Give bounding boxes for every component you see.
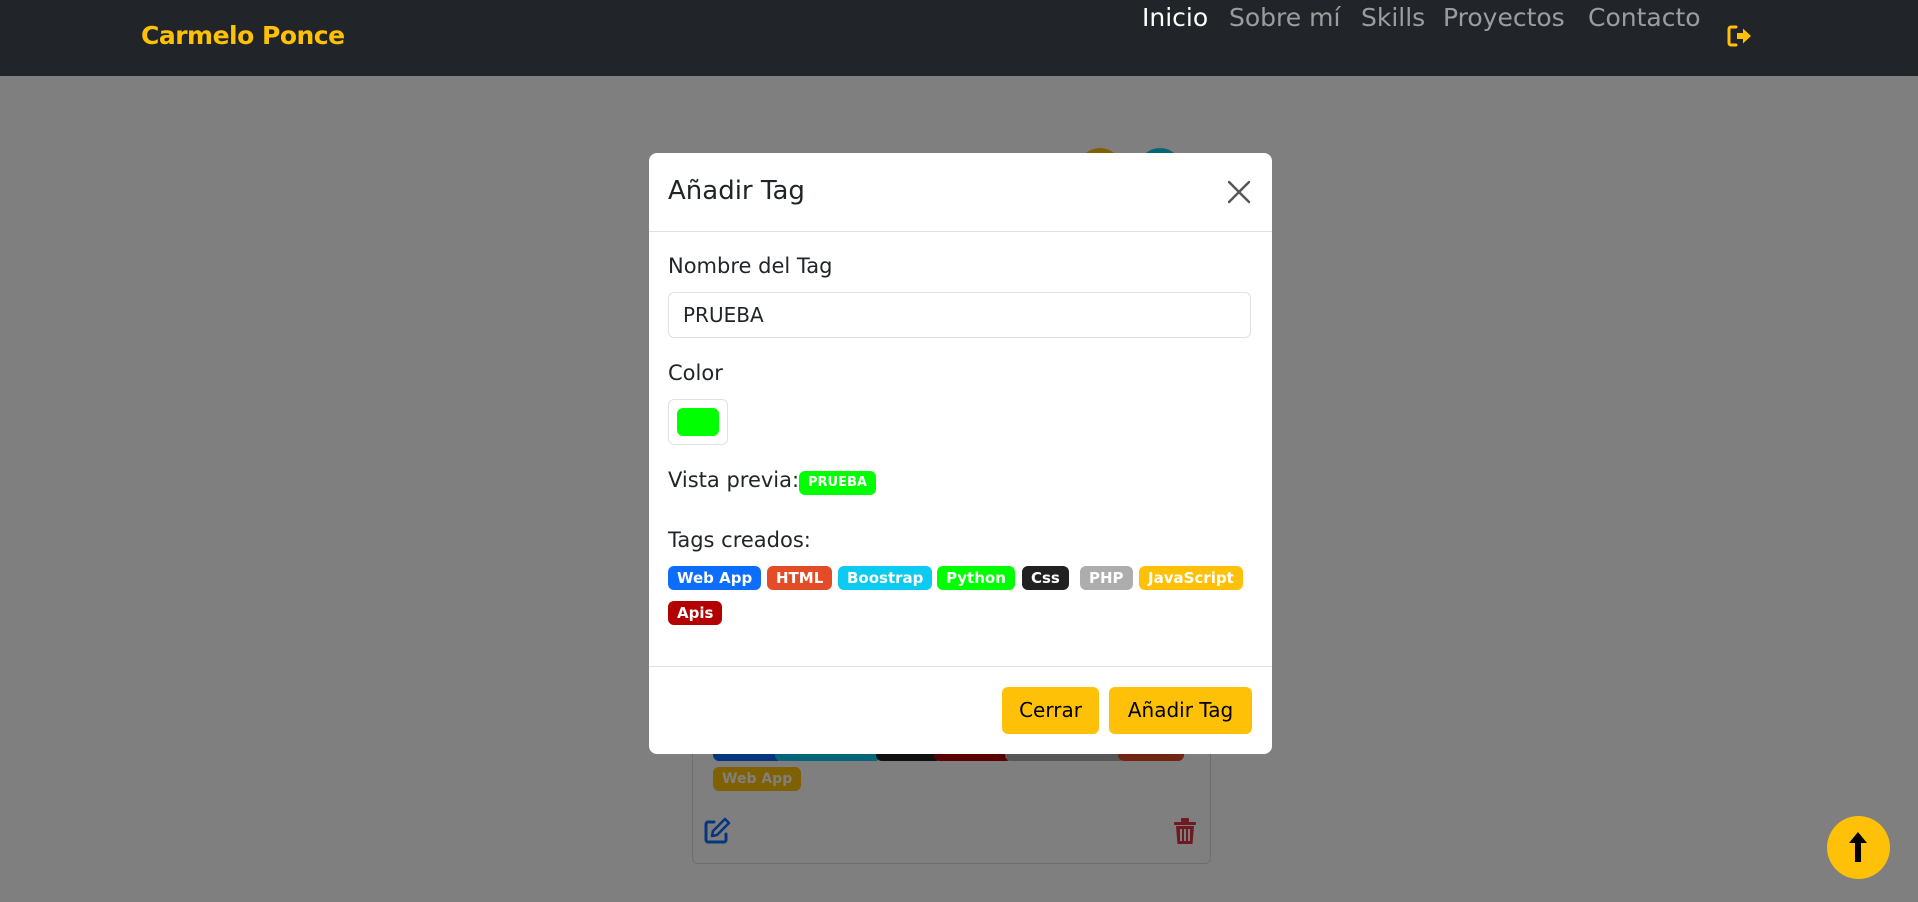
close-icon[interactable] <box>1224 177 1254 207</box>
created-tag: Apis <box>668 601 723 625</box>
add-tag-modal: Añadir Tag Nombre del Tag Color Vista pr… <box>649 153 1272 754</box>
preview-label: Vista previa: <box>668 468 800 492</box>
created-tag: Python <box>937 566 1015 590</box>
color-picker-input[interactable] <box>668 399 728 445</box>
preview-tag-badge: PRUEBA <box>799 471 876 495</box>
add-tag-button[interactable]: Añadir Tag <box>1109 687 1252 734</box>
created-tag: Boostrap <box>838 566 933 590</box>
created-tags-label: Tags creados: <box>668 528 811 552</box>
close-button[interactable]: Cerrar <box>1002 687 1099 734</box>
nav-link-contacto[interactable]: Contacto <box>1588 0 1701 36</box>
navbar: Carmelo Ponce Inicio Sobre mí Skills Pro… <box>0 0 1918 76</box>
nav-link-skills[interactable]: Skills <box>1361 0 1425 36</box>
created-tag: JavaScript <box>1139 566 1243 590</box>
brand-logo[interactable]: Carmelo Ponce <box>141 18 345 54</box>
tag-name-input[interactable] <box>668 292 1251 338</box>
color-swatch <box>677 408 719 436</box>
created-tag: Css <box>1022 566 1069 590</box>
nav-link-sobre-mi[interactable]: Sobre mí <box>1229 0 1340 36</box>
color-label: Color <box>668 361 723 385</box>
created-tag: HTML <box>767 566 833 590</box>
nav-link-inicio[interactable]: Inicio <box>1142 0 1208 36</box>
tag-name-label: Nombre del Tag <box>668 254 833 278</box>
scroll-to-top-button[interactable] <box>1827 816 1890 879</box>
created-tag: Web App <box>668 566 762 590</box>
arrow-up-icon <box>1849 832 1867 862</box>
modal-footer: Cerrar Añadir Tag <box>649 666 1272 754</box>
modal-title: Añadir Tag <box>668 176 805 206</box>
sign-out-icon[interactable] <box>1725 22 1753 50</box>
created-tag: PHP <box>1080 566 1133 590</box>
nav-link-proyectos[interactable]: Proyectos <box>1443 0 1565 36</box>
modal-header: Añadir Tag <box>649 153 1272 232</box>
